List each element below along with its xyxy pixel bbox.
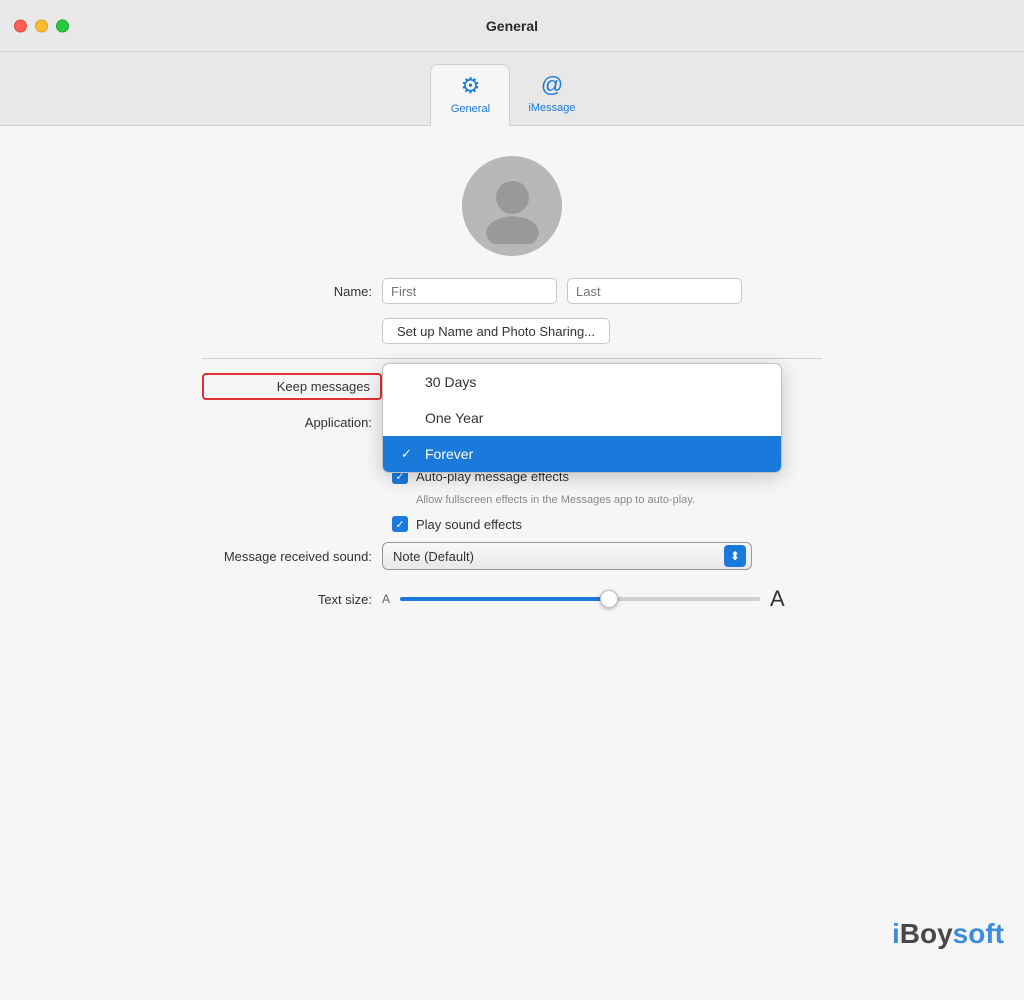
- checkbox3-description: Allow fullscreen effects in the Messages…: [392, 494, 822, 506]
- checkbox4-label: Play sound effects: [416, 517, 522, 532]
- tab-general[interactable]: ⚙ General: [430, 64, 510, 126]
- watermark-soft: soft: [953, 918, 1004, 949]
- dropdown-item-forever[interactable]: ✓ Forever: [383, 436, 781, 472]
- avatar: [462, 156, 562, 256]
- checkmark-forever: ✓: [401, 446, 417, 462]
- divider: [202, 358, 822, 359]
- watermark-boy: Boy: [900, 918, 953, 949]
- tab-imessage[interactable]: @ iMessage: [510, 64, 593, 125]
- at-icon: @: [541, 72, 563, 98]
- content-area: Name: Set up Name and Photo Sharing... K…: [0, 126, 1024, 1000]
- text-size-row: Text size: A A: [202, 586, 822, 612]
- keep-messages-row: Keep messages 30 Days One Year ✓: [202, 373, 822, 400]
- text-size-label: Text size:: [202, 592, 382, 607]
- application-label: Application:: [202, 415, 382, 430]
- name-label: Name:: [202, 284, 382, 299]
- keep-messages-dropdown[interactable]: 30 Days One Year ✓ Forever: [382, 363, 782, 473]
- form-area: Name: Set up Name and Photo Sharing... K…: [202, 278, 822, 612]
- checkbox4-row: ✓ Play sound effects: [202, 516, 822, 532]
- checkbox4-group: ✓ Play sound effects: [392, 516, 522, 532]
- window-title: General: [486, 18, 538, 34]
- window: General ⚙ General @ iMessage Name:: [0, 0, 1024, 1000]
- name-inputs: [382, 278, 742, 304]
- maximize-button[interactable]: [56, 19, 69, 32]
- watermark-i: i: [892, 918, 900, 949]
- sound-label: Message received sound:: [202, 549, 382, 564]
- sound-select[interactable]: Note (Default): [382, 542, 752, 570]
- slider-area: A A: [382, 586, 785, 612]
- setup-button[interactable]: Set up Name and Photo Sharing...: [382, 318, 610, 344]
- dropdown-item-forever-label: Forever: [425, 446, 473, 462]
- checkbox4[interactable]: ✓: [392, 516, 408, 532]
- checkbox3-description-row: Allow fullscreen effects in the Messages…: [202, 494, 822, 506]
- text-size-small-a: A: [382, 592, 390, 606]
- toolbar: ⚙ General @ iMessage: [0, 52, 1024, 126]
- dropdown-item-oneyear-label: One Year: [425, 410, 483, 426]
- tab-imessage-label: iMessage: [528, 102, 575, 114]
- close-button[interactable]: [14, 19, 27, 32]
- avatar-container[interactable]: [462, 156, 562, 256]
- sound-select-wrapper: Note (Default) ⬍: [382, 542, 752, 570]
- gear-icon: ⚙: [461, 73, 481, 99]
- checkmark-30days: [401, 375, 417, 390]
- name-row: Name:: [202, 278, 822, 304]
- dropdown-item-30days[interactable]: 30 Days: [383, 364, 781, 400]
- checkmark-oneyear: [401, 411, 417, 426]
- avatar-icon: [475, 169, 550, 244]
- first-name-input[interactable]: [382, 278, 557, 304]
- text-size-large-a: A: [770, 586, 785, 612]
- dropdown-item-oneyear[interactable]: One Year: [383, 400, 781, 436]
- slider-thumb[interactable]: [600, 590, 618, 608]
- traffic-lights: [14, 19, 69, 32]
- minimize-button[interactable]: [35, 19, 48, 32]
- keep-messages-label: Keep messages: [202, 373, 382, 400]
- setup-row: Set up Name and Photo Sharing...: [202, 318, 822, 344]
- titlebar: General: [0, 0, 1024, 52]
- watermark: iBoysoft: [892, 918, 1004, 950]
- slider-fill: [400, 597, 616, 601]
- dropdown-item-30days-label: 30 Days: [425, 374, 476, 390]
- last-name-input[interactable]: [567, 278, 742, 304]
- sound-row: Message received sound: Note (Default) ⬍: [202, 542, 822, 570]
- tab-general-label: General: [451, 103, 490, 115]
- slider-track[interactable]: [400, 597, 760, 601]
